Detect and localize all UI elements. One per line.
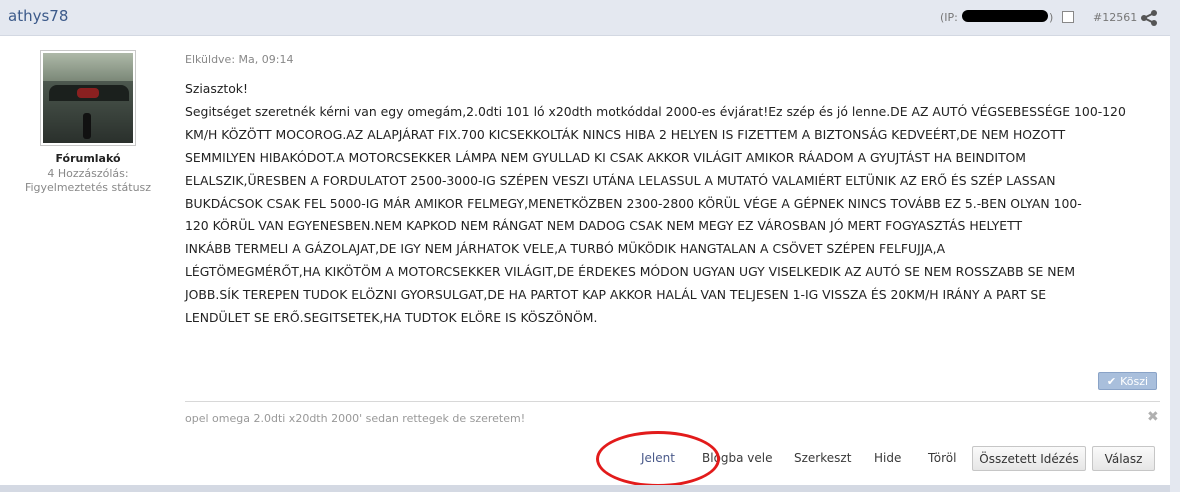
post-line: LÉGTÖMEGMÉRŐT,HA KIKÖTÖM A MOTORCSEKKER …: [185, 264, 1076, 280]
post-line: BUKDÁCSOK CSAK FEL 5000-IG MÁR AMIKOR FE…: [185, 195, 1082, 211]
post-line: ELALSZIK,ÜRESBEN A FORDULATOT 2500-3000-…: [185, 172, 1056, 188]
close-icon[interactable]: ✖: [1147, 409, 1159, 425]
check-icon: ✔: [1106, 374, 1117, 388]
avatar-car-interior-image: [43, 53, 133, 143]
post-number-link[interactable]: #12561: [1093, 11, 1137, 24]
right-scroll-edge: [1170, 0, 1180, 492]
post-line: LENDÜLET SE ERŐ.SEGITSETEK,HA TUDTOK ELÖ…: [185, 310, 598, 326]
post-date: Elküldve: Ma, 09:14: [185, 53, 294, 66]
ip-label-close: ): [1049, 11, 1054, 24]
user-rank: Fórumlakó: [55, 152, 121, 165]
post-line: SEMMILYEN HIBAKÓDOT.A MOTORCSEKKER LÁMPA…: [185, 149, 1026, 165]
thanks-label: Köszi: [1120, 374, 1149, 388]
post-header: athys78 (IP: ) #12561: [0, 0, 1170, 36]
checkbox-icon[interactable]: [1062, 11, 1074, 23]
ip-redaction: [962, 10, 1048, 22]
avatar[interactable]: [40, 50, 136, 146]
user-post-count: 4 Hozzászólás:: [47, 167, 129, 180]
post-body: Sziasztok! Segitséget szeretnék kérni va…: [185, 78, 1163, 330]
signature-divider: [185, 401, 1160, 402]
username-link[interactable]: athys78: [8, 7, 68, 25]
thanks-button[interactable]: ✔ Köszi: [1098, 372, 1157, 390]
delete-link[interactable]: Töröl: [928, 451, 956, 465]
post-line: Segitséget szeretnék kérni van egy omegá…: [185, 103, 1126, 119]
post-greeting: Sziasztok!: [185, 81, 248, 96]
post-line: INKÁBB TERMELI A GÁZOLAJAT,DE IGY NEM JÁ…: [185, 241, 946, 257]
blog-link[interactable]: Blogba vele: [702, 451, 773, 465]
multi-quote-button[interactable]: Összetett Idézés: [972, 446, 1086, 471]
post-line: KM/H KÖZÖTT MOCOROG.AZ ALAPJÁRAT FIX.700…: [185, 126, 1066, 142]
edit-link[interactable]: Szerkeszt: [794, 451, 851, 465]
report-link[interactable]: Jelent: [641, 451, 675, 465]
post-line: 120 KÖRÜL VAN EGYENESBEN.NEM KAPKOD NEM …: [185, 218, 1023, 234]
share-icon[interactable]: [1140, 9, 1158, 27]
user-panel: Fórumlakó 4 Hozzászólás: Figyelmeztetés …: [0, 36, 176, 482]
footer-bar: [0, 485, 1170, 492]
reply-button[interactable]: Válasz: [1092, 446, 1155, 471]
ip-label: (IP:: [940, 11, 958, 24]
signature-text: opel omega 2.0dti x20dth 2000' sedan ret…: [185, 412, 526, 425]
hide-link[interactable]: Hide: [874, 451, 901, 465]
post-line: JOBB.SÍK TEREPEN TUDOK ELÖZNI GYORSULGAT…: [185, 287, 1047, 303]
warning-status: Figyelmeztetés státusz: [24, 181, 152, 194]
